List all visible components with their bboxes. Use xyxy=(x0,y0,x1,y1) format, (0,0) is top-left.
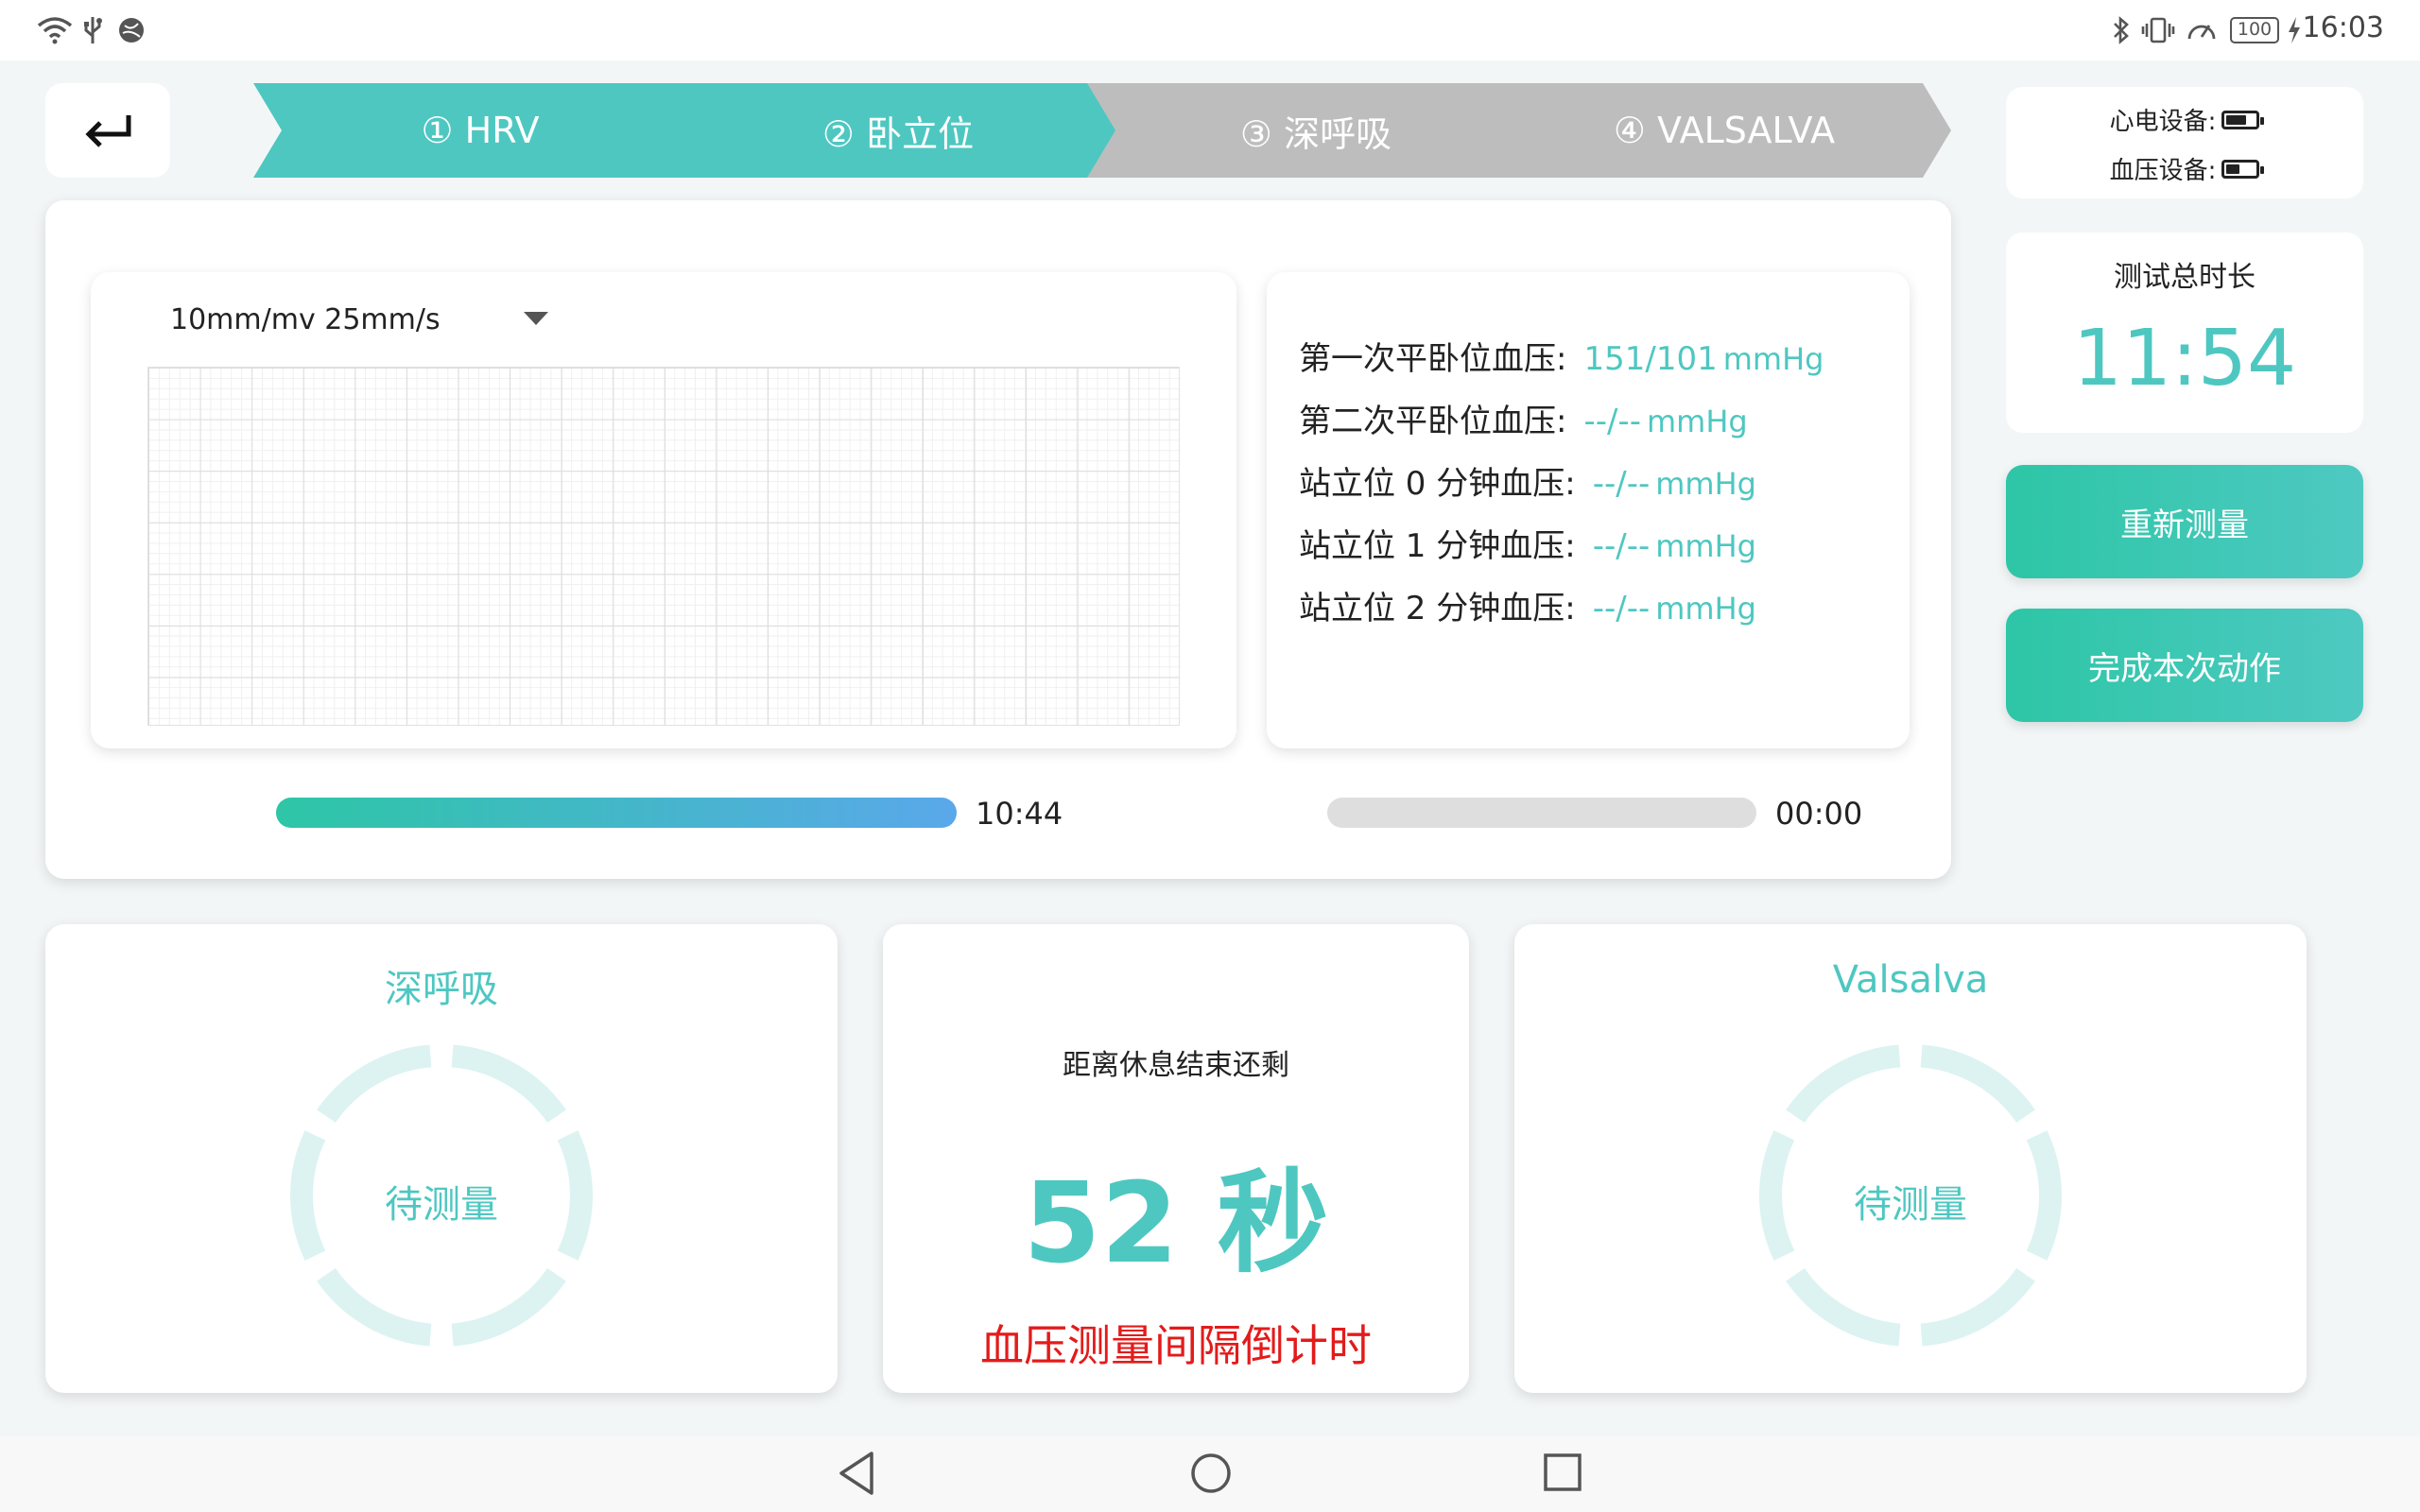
bp-reading-row: 站立位 2 分钟血压: --/-- mmHg xyxy=(1299,582,1756,629)
remeasure-button-label: 重新测量 xyxy=(2120,506,2249,544)
ecg-grid xyxy=(147,367,1180,726)
bp-progress-time: 00:00 xyxy=(1775,796,1863,832)
bp-reading-unit: mmHg xyxy=(1647,404,1748,439)
countdown-value: 52 秒 xyxy=(1023,1158,1329,1288)
step-label: ① HRV xyxy=(421,110,540,151)
deep-breath-ring-segment xyxy=(317,1044,432,1124)
step-hrv[interactable]: ① HRV xyxy=(253,83,707,178)
ecg-scale-select[interactable]: 10mm/mv 25mm/s xyxy=(170,299,548,340)
battery-level-text: 100 xyxy=(2230,17,2279,43)
valsalva-title: Valsalva xyxy=(1832,958,1989,1002)
ecg-device-label: 心电设备: xyxy=(2109,108,2217,136)
countdown-label: 距离休息结束还剩 xyxy=(1063,1049,1289,1082)
bp-progress-bar xyxy=(1327,798,1756,828)
countdown-caption: 血压测量间隔倒计时 xyxy=(980,1320,1372,1371)
bp-reading-label: 站立位 2 分钟血压: xyxy=(1299,590,1576,627)
finish-action-button[interactable]: 完成本次动作 xyxy=(2006,609,2363,722)
step-valsalva[interactable]: ④ VALSALVA xyxy=(1497,83,1951,178)
bp-reading-label: 第二次平卧位血压: xyxy=(1299,403,1567,440)
bp-reading-row: 站立位 1 分钟血压: --/-- mmHg xyxy=(1299,520,1756,567)
vpn-icon xyxy=(115,13,147,47)
total-time-label: 测试总时长 xyxy=(2114,261,2256,294)
step-deep-breath[interactable]: ③ 深呼吸 xyxy=(1087,83,1545,178)
total-time-panel: 测试总时长 11:54 xyxy=(2006,232,2363,433)
bp-device-label: 血压设备: xyxy=(2109,157,2217,185)
ecg-progress-fill xyxy=(276,798,957,828)
back-arrow-icon xyxy=(85,115,131,147)
bp-reading-row: 站立位 0 分钟血压: --/-- mmHg xyxy=(1299,457,1756,505)
bp-reading-unit: mmHg xyxy=(1655,528,1756,564)
bp-reading-value: --/-- xyxy=(1592,590,1651,627)
valsalva-ring-segment xyxy=(1786,1044,1901,1124)
bp-reading-row: 第二次平卧位血压: --/-- mmHg xyxy=(1299,395,1748,442)
bp-battery-icon xyxy=(2221,159,2265,179)
clock-time: 16:03 xyxy=(2302,11,2384,44)
valsalva-card: Valsalva 待测量 xyxy=(1514,924,2307,1393)
nav-back-icon[interactable] xyxy=(838,1450,875,1497)
battery-icon: 100 xyxy=(2227,13,2282,47)
bp-reading-label: 第一次平卧位血压: xyxy=(1299,340,1567,378)
deep-breath-status: 待测量 xyxy=(385,1183,498,1227)
data-speed-icon xyxy=(2184,13,2220,47)
rest-countdown-card: 距离休息结束还剩 52 秒 血压测量间隔倒计时 xyxy=(883,924,1469,1393)
bp-reading-row: 第一次平卧位血压: 151/101 mmHg xyxy=(1299,333,1824,380)
step-label: ③ 深呼吸 xyxy=(1239,112,1392,155)
step-label: ② 卧立位 xyxy=(821,112,975,155)
system-nav-bar xyxy=(0,1436,2420,1512)
valsalva-status: 待测量 xyxy=(1854,1183,1967,1227)
bp-device-status: 血压设备: xyxy=(2006,151,2363,186)
total-time-value: 11:54 xyxy=(2072,314,2297,404)
bp-reading-value: --/-- xyxy=(1592,527,1651,565)
nav-recents-icon[interactable] xyxy=(1543,1452,1582,1492)
step-orthostatic[interactable]: ② 卧立位 xyxy=(669,83,1127,178)
ecg-progress-time: 10:44 xyxy=(976,796,1063,832)
bp-reading-unit: mmHg xyxy=(1655,591,1756,627)
bp-reading-label: 站立位 0 分钟血压: xyxy=(1299,465,1576,503)
chevron-down-icon xyxy=(524,312,548,325)
bp-reading-unit: mmHg xyxy=(1655,466,1756,502)
ecg-progress-bar xyxy=(276,798,957,828)
status-bar: 100 16:03 xyxy=(0,0,2420,60)
nav-home-icon[interactable] xyxy=(1189,1452,1233,1495)
valsalva-ring-segment xyxy=(1786,1267,1901,1347)
valsalva-ring-segment xyxy=(1920,1044,2035,1124)
finish-action-button-label: 完成本次动作 xyxy=(2088,649,2281,688)
usb-icon xyxy=(81,13,104,47)
bp-reading-value: 151/101 xyxy=(1583,340,1718,378)
vibrate-icon xyxy=(2140,13,2176,47)
ecg-battery-icon xyxy=(2221,110,2265,129)
bp-reading-value: --/-- xyxy=(1583,403,1641,440)
deep-breath-card: 深呼吸 待测量 xyxy=(45,924,838,1393)
deep-breath-ring-segment xyxy=(317,1267,432,1347)
charging-icon xyxy=(2286,13,2303,47)
ecg-scale-value: 10mm/mv 25mm/s xyxy=(170,302,441,336)
ecg-device-status: 心电设备: xyxy=(2006,102,2363,137)
device-status-panel: 心电设备: 血压设备: xyxy=(2006,87,2363,198)
deep-breath-ring-segment xyxy=(451,1267,566,1347)
back-button[interactable] xyxy=(45,83,170,178)
wifi-icon xyxy=(36,13,74,47)
valsalva-ring-segment xyxy=(1920,1267,2035,1347)
deep-breath-ring-segment xyxy=(451,1044,566,1124)
bluetooth-icon xyxy=(2110,13,2133,47)
step-label: ④ VALSALVA xyxy=(1613,110,1836,151)
remeasure-button[interactable]: 重新测量 xyxy=(2006,465,2363,578)
bp-reading-unit: mmHg xyxy=(1722,341,1824,377)
bp-reading-value: --/-- xyxy=(1592,465,1651,503)
deep-breath-title: 深呼吸 xyxy=(385,968,498,1011)
bp-reading-label: 站立位 1 分钟血压: xyxy=(1299,527,1576,565)
